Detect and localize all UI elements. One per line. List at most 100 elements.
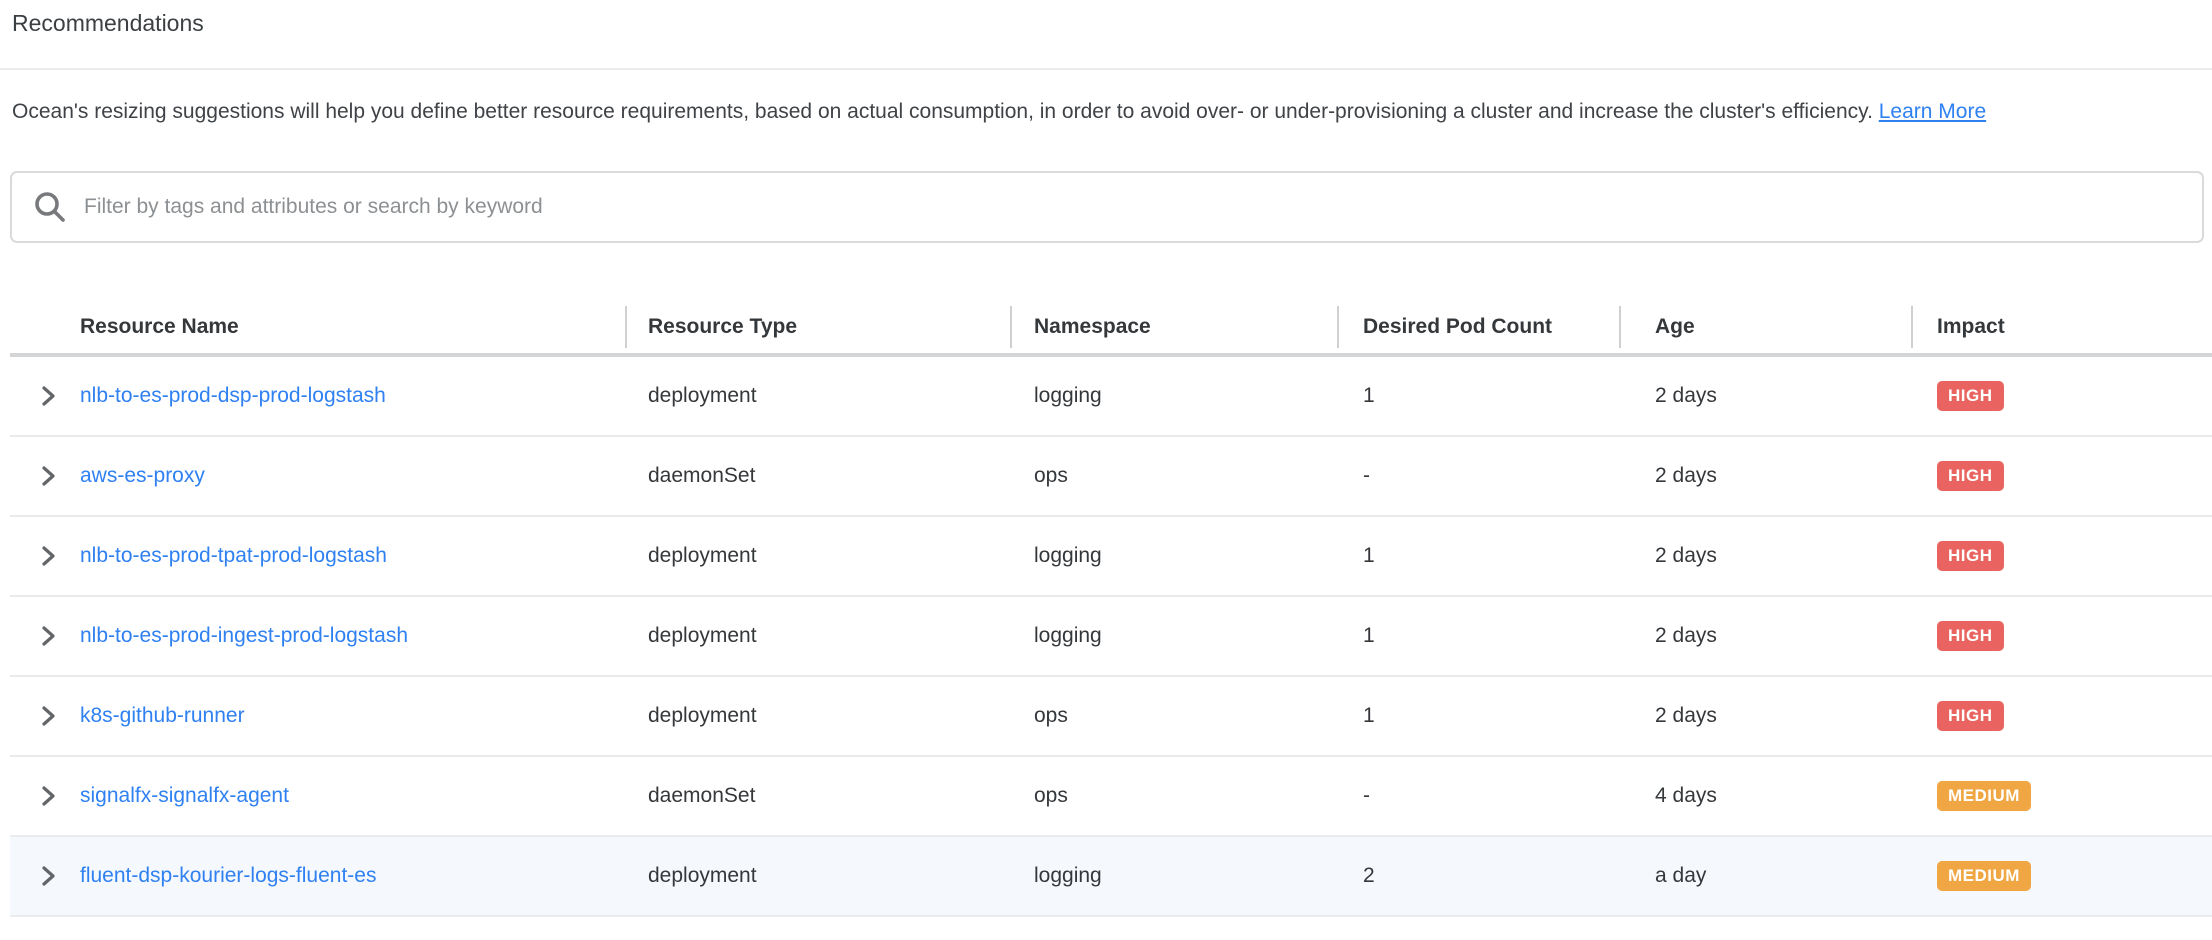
resource-type-cell: daemonSet xyxy=(625,757,1010,835)
resource-name-cell: aws-es-proxy xyxy=(80,437,625,515)
impact-badge: HIGH xyxy=(1937,461,2004,491)
impact-badge: MEDIUM xyxy=(1937,861,2031,891)
table-row: k8s-github-runner deployment ops 1 2 day… xyxy=(10,677,2212,757)
search-input[interactable] xyxy=(82,194,2202,220)
chevron-right-icon xyxy=(36,704,60,728)
expand-row-button[interactable] xyxy=(35,383,61,409)
recommendations-page: Recommendations Ocean's resizing suggest… xyxy=(0,10,2212,940)
expand-cell xyxy=(10,757,80,835)
resource-name-link[interactable]: nlb-to-es-prod-ingest-prod-logstash xyxy=(80,624,408,648)
table-row: aws-es-proxy daemonSet ops - 2 days HIGH xyxy=(10,437,2212,517)
resource-name-cell: nlb-to-es-prod-tpat-prod-logstash xyxy=(80,517,625,595)
impact-cell: HIGH xyxy=(1911,517,2212,595)
age-cell: 4 days xyxy=(1619,757,1911,835)
table-header-row: Resource Name Resource Type Namespace De… xyxy=(10,301,2212,357)
namespace-cell: ops xyxy=(1010,757,1337,835)
impact-cell: HIGH xyxy=(1911,437,2212,515)
age-cell: 2 days xyxy=(1619,437,1911,515)
impact-badge: HIGH xyxy=(1937,541,2004,571)
resource-name-link[interactable]: fluent-dsp-kourier-logs-fluent-es xyxy=(80,864,376,888)
title-divider xyxy=(0,68,2212,70)
column-header-impact: Impact xyxy=(1911,301,2212,353)
resource-name-link[interactable]: signalfx-signalfx-agent xyxy=(80,784,289,808)
expand-cell xyxy=(10,517,80,595)
chevron-right-icon xyxy=(36,384,60,408)
resource-type-cell: deployment xyxy=(625,597,1010,675)
chevron-right-icon xyxy=(36,464,60,488)
resource-name-cell: signalfx-signalfx-agent xyxy=(80,757,625,835)
table-row: nlb-to-es-prod-tpat-prod-logstash deploy… xyxy=(10,517,2212,597)
namespace-cell: logging xyxy=(1010,357,1337,435)
table-row: nlb-to-es-prod-ingest-prod-logstash depl… xyxy=(10,597,2212,677)
impact-cell: MEDIUM xyxy=(1911,757,2212,835)
expand-cell xyxy=(10,437,80,515)
resource-name-link[interactable]: nlb-to-es-prod-dsp-prod-logstash xyxy=(80,384,386,408)
column-header-resource-type: Resource Type xyxy=(625,301,1010,353)
expand-cell xyxy=(10,677,80,755)
expand-row-button[interactable] xyxy=(35,463,61,489)
impact-badge: HIGH xyxy=(1937,621,2004,651)
impact-cell: HIGH xyxy=(1911,677,2212,755)
namespace-cell: ops xyxy=(1010,677,1337,755)
resource-name-link[interactable]: aws-es-proxy xyxy=(80,464,205,488)
age-cell: 2 days xyxy=(1619,357,1911,435)
expand-row-button[interactable] xyxy=(35,783,61,809)
table-row: signalfx-signalfx-agent daemonSet ops - … xyxy=(10,757,2212,837)
expand-cell xyxy=(10,837,80,915)
filter-search-box[interactable] xyxy=(10,171,2204,243)
impact-cell: HIGH xyxy=(1911,597,2212,675)
column-header-namespace: Namespace xyxy=(1010,301,1337,353)
namespace-cell: logging xyxy=(1010,517,1337,595)
column-header-desired-pod-count: Desired Pod Count xyxy=(1337,301,1619,353)
pod-count-cell: 1 xyxy=(1337,517,1619,595)
search-icon xyxy=(12,189,82,225)
resource-type-cell: daemonSet xyxy=(625,437,1010,515)
resource-name-cell: fluent-dsp-kourier-logs-fluent-es xyxy=(80,837,625,915)
expand-row-button[interactable] xyxy=(35,703,61,729)
impact-badge: HIGH xyxy=(1937,701,2004,731)
impact-cell: MEDIUM xyxy=(1911,837,2212,915)
chevron-right-icon xyxy=(36,624,60,648)
chevron-right-icon xyxy=(36,544,60,568)
resource-name-cell: k8s-github-runner xyxy=(80,677,625,755)
expand-row-button[interactable] xyxy=(35,863,61,889)
column-header-age: Age xyxy=(1619,301,1911,353)
page-description: Ocean's resizing suggestions will help y… xyxy=(12,92,2198,131)
impact-badge: MEDIUM xyxy=(1937,781,2031,811)
pod-count-cell: 1 xyxy=(1337,357,1619,435)
namespace-cell: ops xyxy=(1010,437,1337,515)
age-cell: 2 days xyxy=(1619,597,1911,675)
resource-type-cell: deployment xyxy=(625,837,1010,915)
namespace-cell: logging xyxy=(1010,597,1337,675)
chevron-right-icon xyxy=(36,864,60,888)
page-title: Recommendations xyxy=(12,10,2212,36)
resource-name-link[interactable]: k8s-github-runner xyxy=(80,704,245,728)
resource-type-cell: deployment xyxy=(625,677,1010,755)
pod-count-cell: - xyxy=(1337,437,1619,515)
age-cell: a day xyxy=(1619,837,1911,915)
column-header-resource-name: Resource Name xyxy=(10,301,625,353)
pod-count-cell: 1 xyxy=(1337,677,1619,755)
resource-name-link[interactable]: nlb-to-es-prod-tpat-prod-logstash xyxy=(80,544,387,568)
expand-cell xyxy=(10,597,80,675)
resource-name-cell: nlb-to-es-prod-ingest-prod-logstash xyxy=(80,597,625,675)
expand-cell xyxy=(10,357,80,435)
pod-count-cell: - xyxy=(1337,757,1619,835)
resource-type-cell: deployment xyxy=(625,357,1010,435)
resource-type-cell: deployment xyxy=(625,517,1010,595)
learn-more-link[interactable]: Learn More xyxy=(1879,100,1986,123)
table-body: nlb-to-es-prod-dsp-prod-logstash deploym… xyxy=(10,357,2212,917)
pod-count-cell: 2 xyxy=(1337,837,1619,915)
recommendations-table: Resource Name Resource Type Namespace De… xyxy=(10,301,2212,917)
impact-badge: HIGH xyxy=(1937,381,2004,411)
resource-name-cell: nlb-to-es-prod-dsp-prod-logstash xyxy=(80,357,625,435)
table-row: fluent-dsp-kourier-logs-fluent-es deploy… xyxy=(10,837,2212,917)
chevron-right-icon xyxy=(36,784,60,808)
pod-count-cell: 1 xyxy=(1337,597,1619,675)
namespace-cell: logging xyxy=(1010,837,1337,915)
expand-row-button[interactable] xyxy=(35,623,61,649)
description-text: Ocean's resizing suggestions will help y… xyxy=(12,100,1873,123)
age-cell: 2 days xyxy=(1619,677,1911,755)
expand-row-button[interactable] xyxy=(35,543,61,569)
age-cell: 2 days xyxy=(1619,517,1911,595)
